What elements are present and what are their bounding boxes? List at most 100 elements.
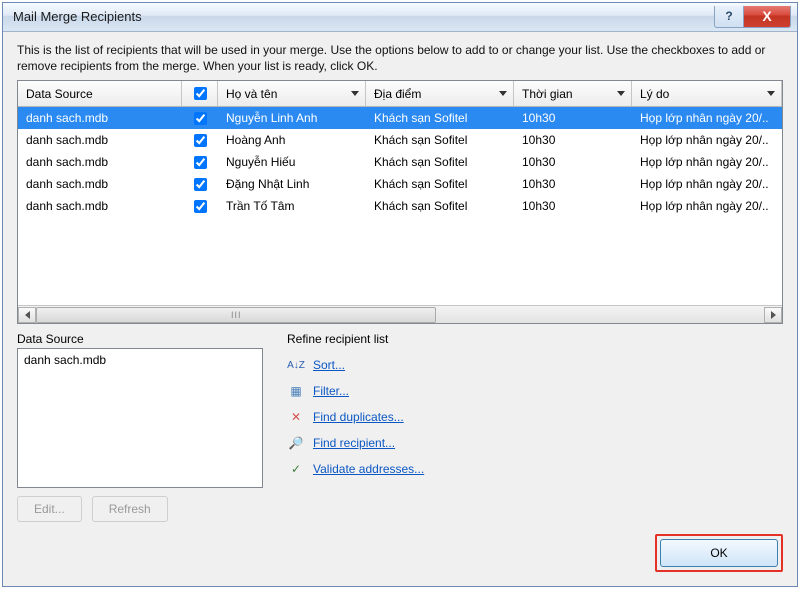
duplicates-icon: ✕ <box>287 408 305 426</box>
refine-validate: ✓ Validate addresses... <box>287 456 783 482</box>
cell-check <box>182 156 218 169</box>
refine-section: Refine recipient list A↓Z Sort... ▦ Filt… <box>287 332 783 522</box>
cell-time: 10h30 <box>514 111 632 125</box>
help-icon: ? <box>725 9 732 23</box>
cell-location: Khách sạn Sofitel <box>366 199 514 213</box>
cell-location: Khách sạn Sofitel <box>366 111 514 125</box>
chevron-down-icon <box>617 91 625 96</box>
chevron-down-icon <box>351 91 359 96</box>
refine-label: Refine recipient list <box>287 332 783 346</box>
col-header-time[interactable]: Thời gian <box>514 81 632 106</box>
cell-location: Khách sạn Sofitel <box>366 155 514 169</box>
col-header-label: Địa điểm <box>374 87 421 101</box>
refine-filter: ▦ Filter... <box>287 378 783 404</box>
col-header-name[interactable]: Họ và tên <box>218 81 366 106</box>
window-title: Mail Merge Recipients <box>13 9 714 24</box>
header-checkbox[interactable] <box>194 87 207 100</box>
cell-location: Khách sạn Sofitel <box>366 177 514 191</box>
duplicates-link[interactable]: Find duplicates... <box>313 410 404 424</box>
chevron-down-icon <box>767 91 775 96</box>
filter-icon: ▦ <box>287 382 305 400</box>
cell-check <box>182 200 218 213</box>
table-row[interactable]: danh sach.mdb Hoàng AnhKhách sạn Sofitel1… <box>18 129 782 151</box>
cell-location: Khách sạn Sofitel <box>366 133 514 147</box>
grid-body: danh sach.mdbNguyễn Linh AnhKhách sạn So… <box>18 107 782 217</box>
cell-time: 10h30 <box>514 177 632 191</box>
cell-reason: Họp lớp nhân ngày 20/.. <box>632 155 782 169</box>
help-button[interactable]: ? <box>714 6 744 28</box>
titlebar: Mail Merge Recipients ? X <box>3 3 797 32</box>
close-icon: X <box>762 8 771 24</box>
horizontal-scrollbar[interactable]: III <box>18 305 782 323</box>
col-header-check[interactable] <box>182 81 218 106</box>
col-header-label: Data Source <box>26 87 93 101</box>
table-row[interactable]: danh sach.mdbTrần Tố TâmKhách sạn Sofite… <box>18 195 782 217</box>
validate-link[interactable]: Validate addresses... <box>313 462 424 476</box>
validate-icon: ✓ <box>287 460 305 478</box>
refine-sort: A↓Z Sort... <box>287 352 783 378</box>
dialog-footer: OK <box>3 534 797 586</box>
scroll-thumb[interactable]: III <box>36 307 436 323</box>
cell-check <box>182 112 218 125</box>
cell-name: Hoàng Anh <box>218 133 366 147</box>
cell-reason: Họp lớp nhân ngày 20/.. <box>632 133 782 147</box>
filter-link[interactable]: Filter... <box>313 384 349 398</box>
row-checkbox[interactable] <box>194 134 207 147</box>
triangle-right-icon <box>771 311 776 319</box>
col-header-label: Thời gian <box>522 87 573 101</box>
cell-time: 10h30 <box>514 199 632 213</box>
cell-data-source: danh sach.mdb <box>18 155 182 169</box>
data-source-buttons: Edit... Refresh <box>17 496 263 522</box>
table-row[interactable]: danh sach.mdb Nguyễn HiếuKhách sạn Sofite… <box>18 151 782 173</box>
row-checkbox[interactable] <box>194 178 207 191</box>
chevron-down-icon <box>499 91 507 96</box>
triangle-left-icon <box>25 311 30 319</box>
cell-reason: Họp lớp nhân ngày 20/.. <box>632 177 782 191</box>
col-header-label: Lý do <box>640 87 669 101</box>
cell-data-source: danh sach.mdb <box>18 111 182 125</box>
scroll-track[interactable]: III <box>36 307 764 323</box>
table-row[interactable]: danh sach.mdb Nguyễn Linh AnhKhách sạn So… <box>18 107 782 129</box>
cell-reason: Họp lớp nhân ngày 20/.. <box>632 199 782 213</box>
refine-duplicates: ✕ Find duplicates... <box>287 404 783 430</box>
col-header-location[interactable]: Địa điểm <box>366 81 514 106</box>
ok-button[interactable]: OK <box>660 539 778 567</box>
scroll-right-button[interactable] <box>764 307 782 323</box>
row-checkbox[interactable] <box>194 156 207 169</box>
cell-name: Trần Tố Tâm <box>218 199 366 213</box>
sort-link[interactable]: Sort... <box>313 358 345 372</box>
ok-highlight: OK <box>655 534 783 572</box>
data-source-label: Data Source <box>17 332 263 346</box>
dialog-content: This is the list of recipients that will… <box>3 32 797 534</box>
col-header-data-source[interactable]: Data Source <box>18 81 182 106</box>
cell-name: Đặng Nhật Linh <box>218 177 366 191</box>
data-source-item[interactable]: danh sach.mdb <box>24 353 256 367</box>
row-checkbox[interactable] <box>194 200 207 213</box>
cell-name: Nguyễn Linh Anh <box>218 111 366 125</box>
cell-name: Nguyễn Hiếu <box>218 155 366 169</box>
edit-button[interactable]: Edit... <box>17 496 82 522</box>
data-source-list[interactable]: danh sach.mdb <box>17 348 263 488</box>
col-header-reason[interactable]: Lý do <box>632 81 782 106</box>
cell-reason: Họp lớp nhân ngày 20/.. <box>632 111 782 125</box>
row-checkbox[interactable] <box>194 112 207 125</box>
search-icon: 🔎 <box>287 434 305 452</box>
recipients-grid: Data Source Họ và tên Địa điểm Thời gian <box>17 80 783 324</box>
sort-icon: A↓Z <box>287 356 305 374</box>
data-source-section: Data Source danh sach.mdb Edit... Refres… <box>17 332 263 522</box>
find-link[interactable]: Find recipient... <box>313 436 395 450</box>
refresh-button[interactable]: Refresh <box>92 496 168 522</box>
close-button[interactable]: X <box>743 6 791 28</box>
refine-find: 🔎 Find recipient... <box>287 430 783 456</box>
lower-panel: Data Source danh sach.mdb Edit... Refres… <box>17 332 783 522</box>
cell-data-source: danh sach.mdb <box>18 177 182 191</box>
cell-data-source: danh sach.mdb <box>18 133 182 147</box>
cell-time: 10h30 <box>514 133 632 147</box>
cell-time: 10h30 <box>514 155 632 169</box>
scroll-left-button[interactable] <box>18 307 36 323</box>
cell-check <box>182 178 218 191</box>
table-row[interactable]: danh sach.mdb Đặng Nhật LinhKhách sạn Sof… <box>18 173 782 195</box>
refine-list: A↓Z Sort... ▦ Filter... ✕ Find duplicate… <box>287 352 783 482</box>
grid-header: Data Source Họ và tên Địa điểm Thời gian <box>18 81 782 107</box>
col-header-label: Họ và tên <box>226 87 277 101</box>
